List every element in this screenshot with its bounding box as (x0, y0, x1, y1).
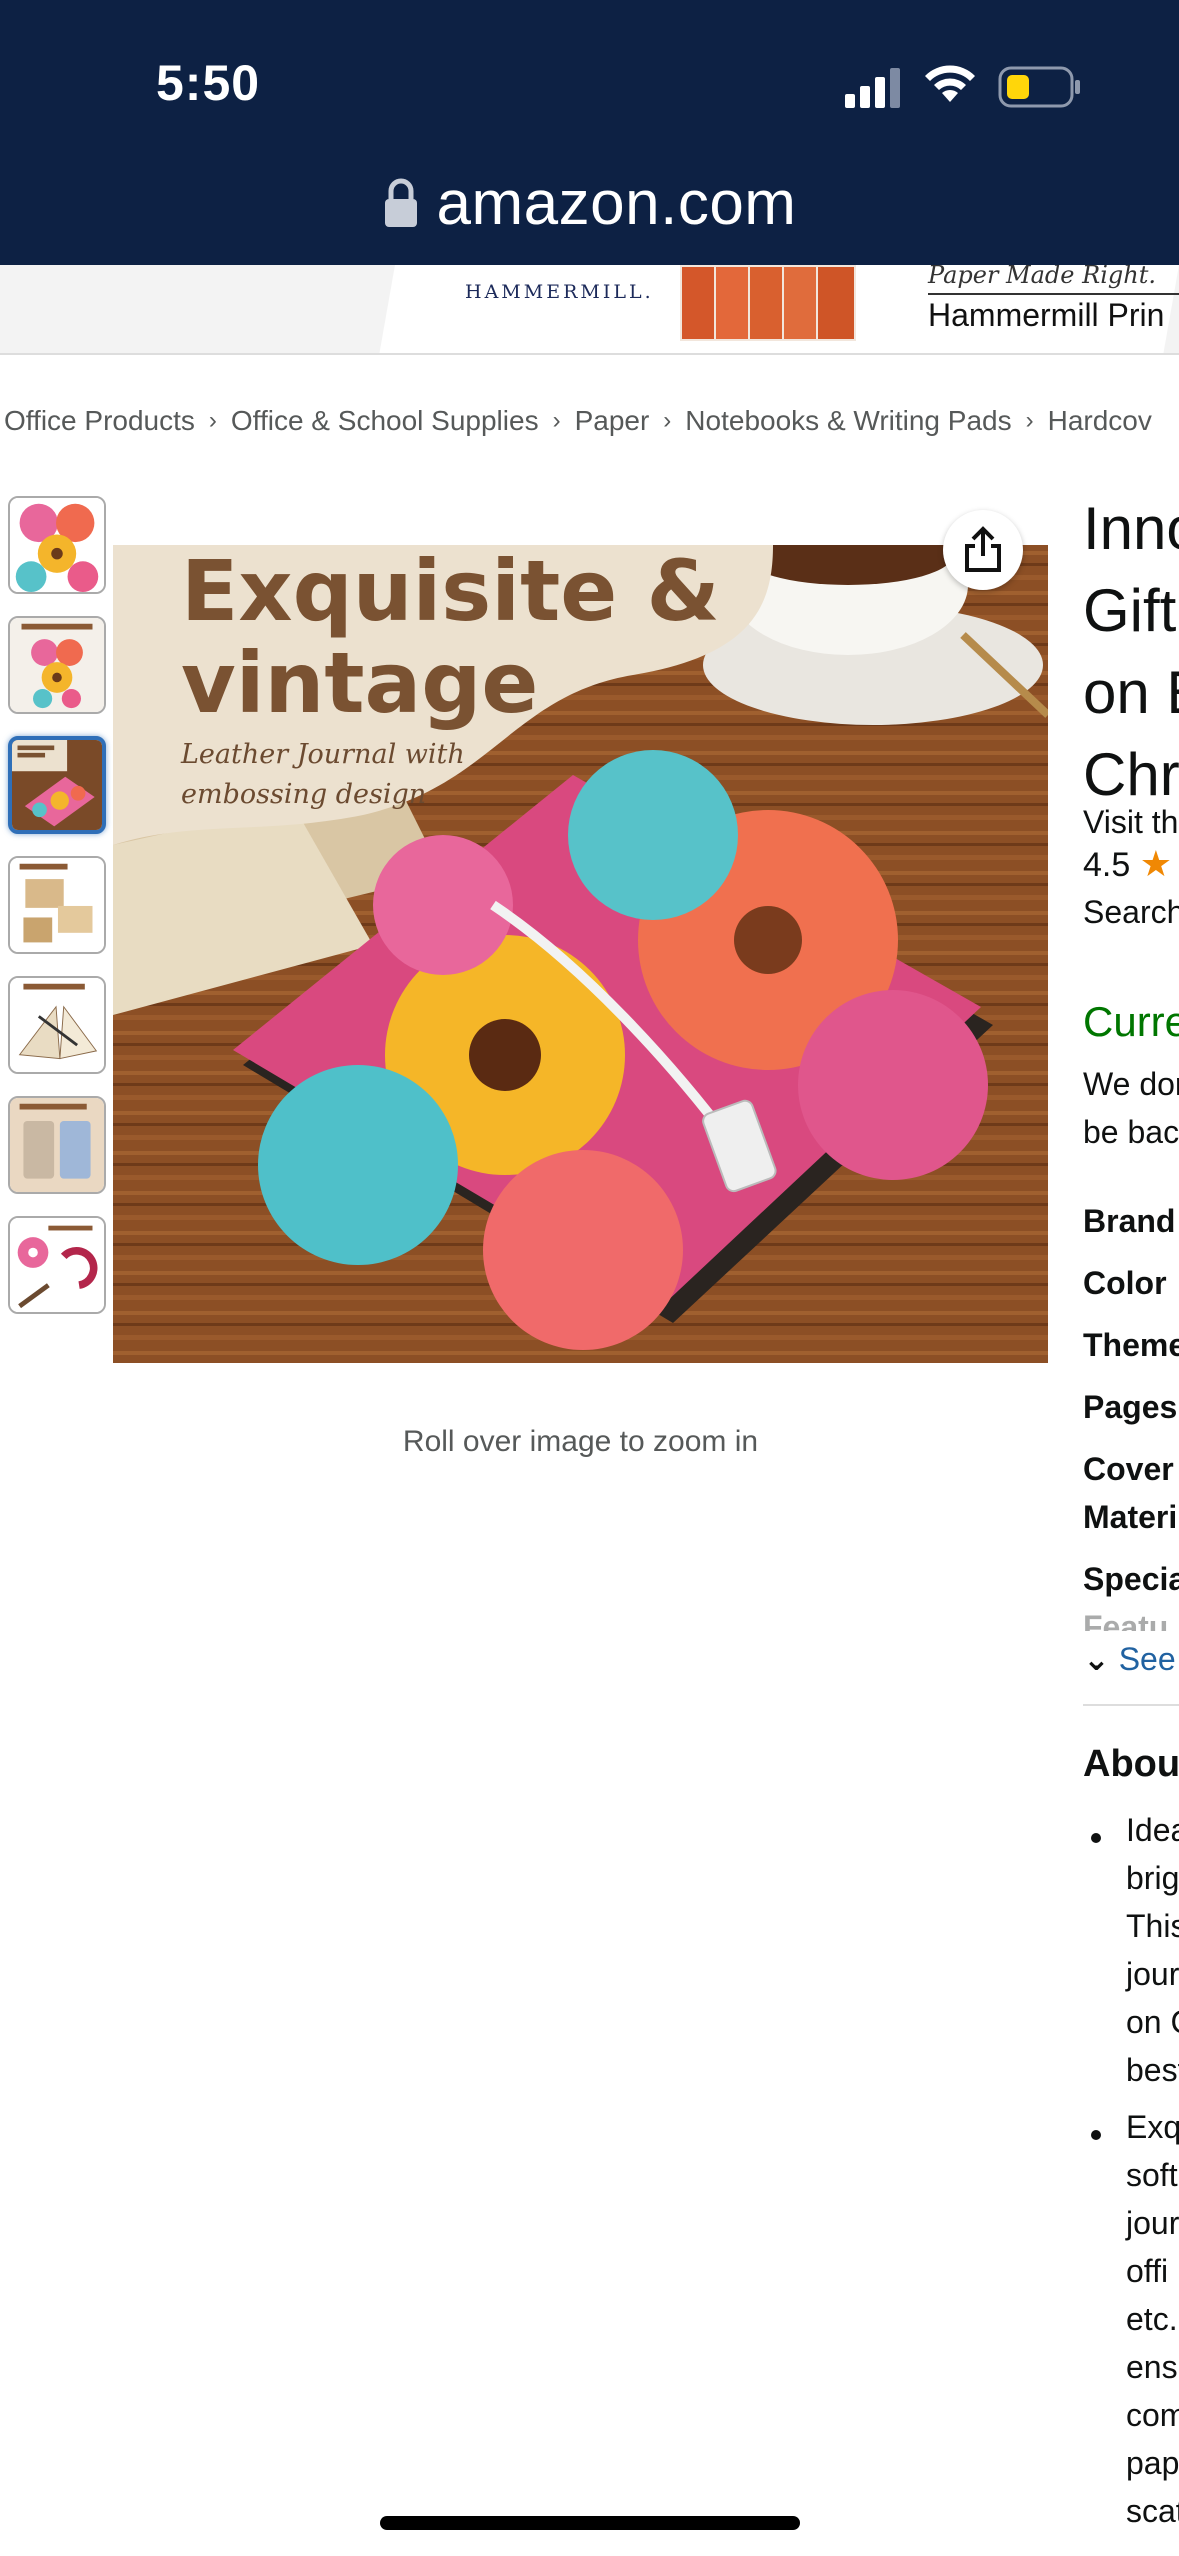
banner-brand-logo: HAMMERMILL. (465, 281, 654, 303)
thumbnail-7[interactable] (8, 1216, 106, 1314)
battery-low-power-icon (998, 66, 1080, 108)
thumbnail-5[interactable] (8, 976, 106, 1074)
breadcrumb-office-school-supplies[interactable]: Office & School Supplies (231, 405, 539, 437)
product-title-line-2: Gift (1083, 577, 1177, 644)
banner-divider (928, 293, 1179, 295)
chevron-right-icon: › (208, 407, 217, 434)
thumbnail-2[interactable] (8, 616, 106, 714)
spec-color: Color (1083, 1265, 1167, 1301)
availability-note-2: be back (1083, 1114, 1179, 1150)
availability-note-1: We dor (1083, 1066, 1179, 1102)
spec-pages: Pages (1083, 1389, 1178, 1425)
about-bullet-2: Exq soft jour offi etc. ensu com pap sca… (1126, 2109, 1179, 2529)
section-divider (1083, 1704, 1179, 1706)
about-bullet-1: Idea brig This jour on C best (1126, 1812, 1179, 2088)
thumbnail-1[interactable] (8, 496, 106, 594)
spec-feature-faded: Featu (1083, 1609, 1169, 1631)
availability-status: Curre (1083, 998, 1179, 1045)
chevron-down-icon: ⌄ (1083, 1641, 1110, 1677)
url-text: amazon.com (436, 168, 797, 238)
breadcrumb-hardcover[interactable]: Hardcov (1048, 405, 1152, 437)
product-title-line-3: on E (1083, 659, 1179, 726)
breadcrumb-office-products[interactable]: Office Products (4, 405, 195, 437)
rating-value: 4.5 (1083, 846, 1131, 884)
spec-theme: Theme (1083, 1327, 1179, 1363)
address-bar[interactable]: amazon.com (0, 160, 1179, 246)
breadcrumb-notebooks-writing-pads[interactable]: Notebooks & Writing Pads (685, 405, 1011, 437)
breadcrumb-paper[interactable]: Paper (575, 405, 650, 437)
spec-material: Materi (1083, 1499, 1178, 1535)
banner-title[interactable]: Hammermill Prin (928, 297, 1164, 334)
visit-store-link[interactable]: Visit th (1083, 798, 1178, 846)
browser-top-bar: 5:50 amazon.com (0, 0, 1179, 265)
chevron-right-icon: › (1025, 407, 1034, 434)
wifi-icon (925, 65, 975, 102)
home-indicator[interactable] (380, 2516, 800, 2530)
breadcrumb: Office Products › Office & School Suppli… (4, 398, 1152, 444)
spec-cover: Cover (1083, 1451, 1174, 1487)
chevron-right-icon: › (663, 407, 672, 434)
status-time: 5:50 (156, 55, 261, 111)
search-link[interactable]: Search (1083, 888, 1179, 936)
bullet-dot (1091, 2130, 1101, 2140)
about-heading: Abou (1083, 1743, 1179, 1785)
zoom-hint: Roll over image to zoom in (402, 1425, 759, 1458)
lock-icon (384, 178, 417, 227)
product-title-line-1: Inno (1083, 495, 1179, 562)
thumbnail-6[interactable] (8, 1096, 106, 1194)
spec-special: Specia (1083, 1561, 1179, 1597)
main-product-image[interactable]: Exquisite & vintage Leather Journal with… (113, 545, 1048, 1363)
image-headline: Exquisite & vintage (181, 545, 720, 732)
banner-product-image (680, 265, 860, 343)
rating[interactable]: 4.5 ★ (1083, 843, 1172, 885)
bullet-dot (1091, 1833, 1101, 1843)
cellular-signal-icon (845, 68, 900, 108)
star-icon: ★ (1139, 843, 1172, 884)
product-details-column: Inno Gift on E Chri Visit th 4.5 ★ Searc… (1083, 488, 1179, 2556)
chevron-right-icon: › (552, 407, 561, 434)
banner-tagline: Paper Made Right. (928, 265, 1156, 289)
see-more-toggle[interactable]: ⌄ See (1083, 1640, 1176, 1678)
share-icon (965, 526, 1001, 572)
spec-brand: Brand (1083, 1203, 1176, 1239)
image-subheadline: Leather Journal with embossing design (181, 739, 465, 810)
thumbnail-4[interactable] (8, 856, 106, 954)
share-button[interactable] (943, 510, 1023, 590)
sponsored-banner[interactable]: HAMMERMILL. Paper Made Right. Hammermill… (0, 265, 1179, 355)
thumbnail-3-selected[interactable] (8, 736, 106, 834)
